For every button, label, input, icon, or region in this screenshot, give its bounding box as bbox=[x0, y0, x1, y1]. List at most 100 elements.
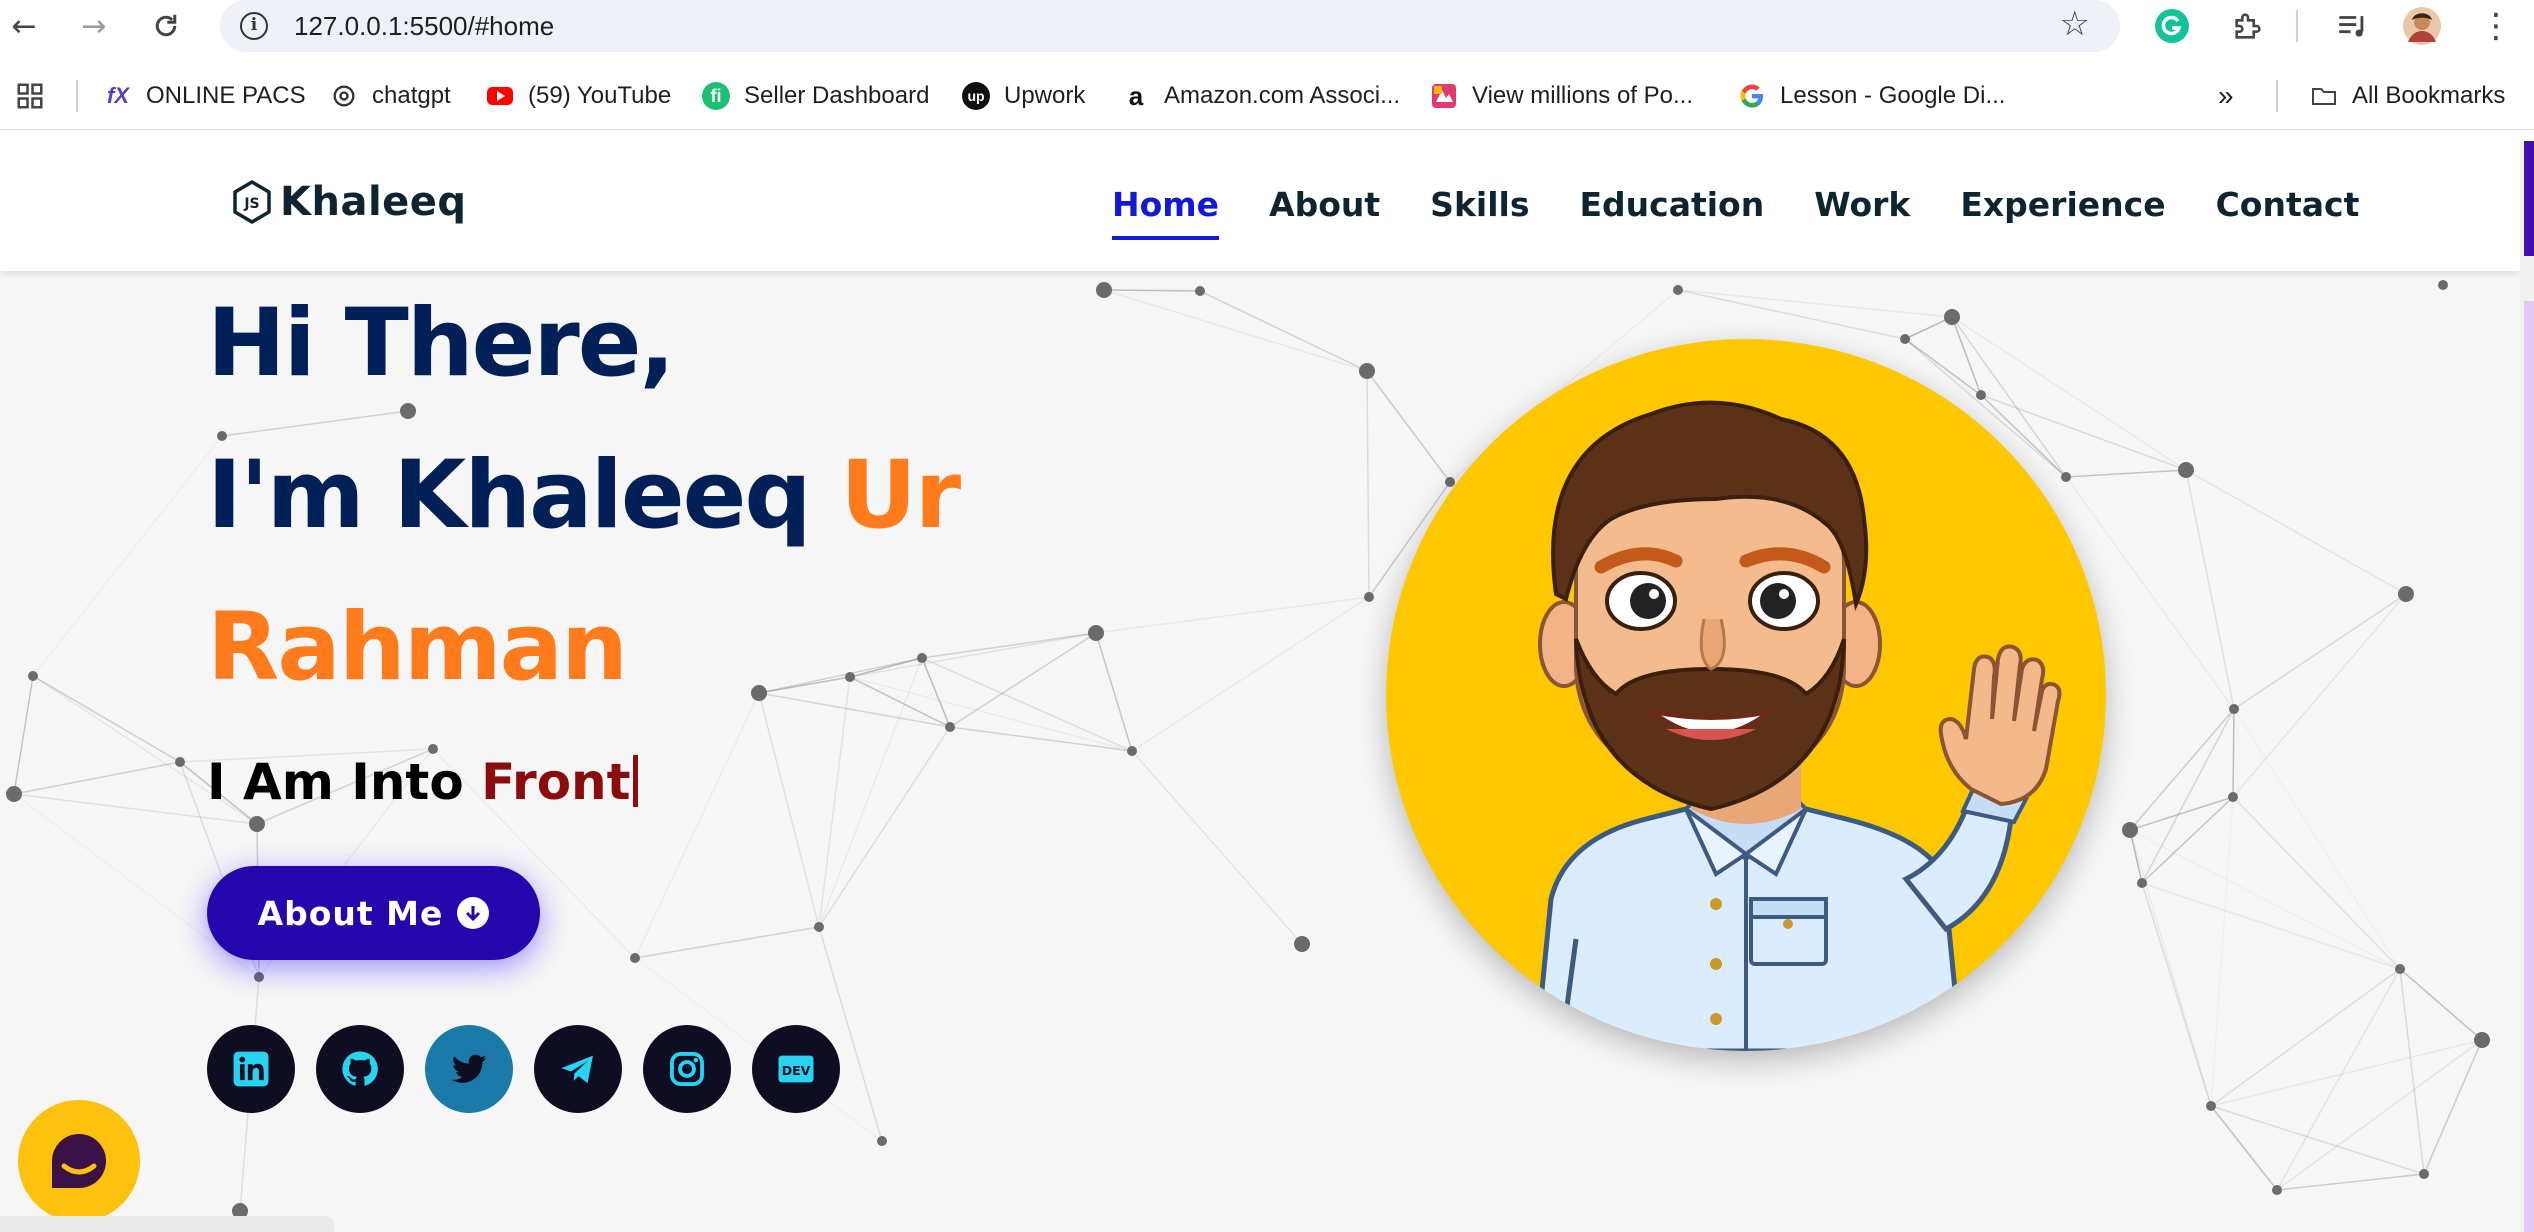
about-me-button[interactable]: About Me bbox=[207, 866, 540, 960]
bookmark-chatgpt[interactable]: chatgpt bbox=[330, 76, 451, 116]
dev-icon: DEV bbox=[778, 1055, 814, 1083]
network-node bbox=[2228, 792, 2238, 802]
profile-avatar[interactable] bbox=[2400, 6, 2444, 46]
linkedin-link[interactable] bbox=[207, 1025, 295, 1113]
network-node bbox=[1294, 936, 1310, 952]
network-link bbox=[2210, 796, 2234, 1107]
network-link bbox=[2233, 708, 2401, 970]
network-link bbox=[1103, 289, 1201, 292]
forward-button[interactable]: → bbox=[74, 6, 114, 46]
bookmark-amazon-associates[interactable]: a Amazon.com Associ... bbox=[1122, 76, 1400, 116]
site-header: JS Khaleeq Home About Skills Education W… bbox=[0, 141, 2520, 271]
network-node bbox=[1096, 282, 1112, 298]
network-link bbox=[2210, 1105, 2278, 1191]
site-info-icon[interactable]: i bbox=[240, 12, 268, 40]
bookmark-label: ONLINE PACS bbox=[146, 82, 306, 109]
network-node bbox=[1127, 746, 1137, 756]
network-link bbox=[2276, 1039, 2483, 1191]
browser-toolbar: ← → i 127.0.0.1:5500/#home ☆ ⋮ bbox=[0, 0, 2534, 52]
network-link bbox=[849, 632, 1097, 678]
network-link bbox=[1366, 370, 1370, 598]
network-node bbox=[175, 757, 185, 767]
scrollbar-track bbox=[2524, 301, 2534, 1232]
media-control-icon[interactable] bbox=[2330, 6, 2374, 46]
bookmark-upwork[interactable]: up Upwork bbox=[962, 76, 1085, 116]
network-link bbox=[2232, 708, 2235, 798]
network-node bbox=[2419, 1169, 2429, 1179]
bookmark-youtube[interactable]: (59) YouTube bbox=[486, 76, 671, 116]
network-node bbox=[1673, 285, 1683, 295]
network-node bbox=[945, 722, 955, 732]
grammarly-extension-icon[interactable] bbox=[2152, 6, 2192, 46]
network-node bbox=[400, 403, 416, 419]
bookmark-label: Seller Dashboard bbox=[744, 82, 930, 109]
network-link bbox=[221, 410, 409, 437]
main-menu: Home About Skills Education Work Experie… bbox=[1112, 185, 2359, 240]
network-node bbox=[751, 685, 767, 701]
network-link bbox=[758, 676, 851, 694]
bookmark-label: chatgpt bbox=[372, 82, 451, 109]
bookmark-label: (59) YouTube bbox=[528, 82, 672, 109]
typed-word: Front bbox=[481, 753, 631, 811]
nav-work[interactable]: Work bbox=[1814, 185, 1910, 240]
network-link bbox=[2141, 882, 2401, 970]
network-link bbox=[758, 692, 820, 928]
back-button[interactable]: ← bbox=[4, 6, 44, 46]
network-node bbox=[2474, 1032, 2490, 1048]
bookmark-label: Amazon.com Associ... bbox=[1164, 82, 1401, 109]
amazon-icon: a bbox=[1128, 80, 1144, 111]
network-node bbox=[2061, 472, 2071, 482]
hero-greeting: Hi There, bbox=[207, 289, 675, 398]
photos-icon bbox=[1432, 84, 1456, 108]
nav-education[interactable]: Education bbox=[1579, 185, 1764, 240]
all-bookmarks[interactable]: All Bookmarks bbox=[2310, 76, 2505, 116]
svg-text:JS: JS bbox=[243, 196, 259, 212]
svg-text:DEV: DEV bbox=[782, 1063, 811, 1078]
chrome-menu-icon[interactable]: ⋮ bbox=[2474, 6, 2518, 46]
status-bubble bbox=[0, 1216, 334, 1232]
network-node bbox=[2178, 462, 2194, 478]
nav-experience[interactable]: Experience bbox=[1960, 185, 2165, 240]
more-bookmarks-chevron-icon[interactable]: » bbox=[2218, 76, 2234, 116]
bookmark-google-drive-lesson[interactable]: Lesson - Google Di... bbox=[1738, 76, 2005, 116]
nav-skills[interactable]: Skills bbox=[1430, 185, 1529, 240]
telegram-link[interactable] bbox=[534, 1025, 622, 1113]
network-link bbox=[1366, 370, 1451, 483]
instagram-link[interactable] bbox=[643, 1025, 731, 1113]
hero-name-first: Ur bbox=[840, 441, 961, 550]
apps-grid-icon[interactable] bbox=[10, 76, 50, 116]
reload-button[interactable] bbox=[146, 6, 186, 46]
network-link bbox=[2233, 593, 2407, 710]
dev-link[interactable]: DEV bbox=[752, 1025, 840, 1113]
github-link[interactable] bbox=[316, 1025, 404, 1113]
network-node bbox=[254, 972, 264, 982]
url-text[interactable]: 127.0.0.1:5500/#home bbox=[294, 11, 554, 42]
bookmark-seller-dashboard[interactable]: fi Seller Dashboard bbox=[702, 76, 929, 116]
nav-home[interactable]: Home bbox=[1112, 185, 1220, 240]
chat-widget-button[interactable] bbox=[18, 1100, 140, 1222]
nav-about[interactable]: About bbox=[1269, 185, 1380, 240]
nav-contact[interactable]: Contact bbox=[2216, 185, 2360, 240]
network-link bbox=[2276, 968, 2401, 1191]
network-link bbox=[32, 435, 223, 677]
upwork-icon: up bbox=[962, 82, 990, 110]
typing-caret bbox=[632, 755, 638, 807]
bookmark-view-millions[interactable]: View millions of Po... bbox=[1430, 76, 1693, 116]
all-bookmarks-label: All Bookmarks bbox=[2352, 82, 2506, 109]
bookmark-label: Lesson - Google Di... bbox=[1780, 82, 2006, 109]
brand-logo[interactable]: JS Khaleeq bbox=[232, 179, 467, 225]
extensions-puzzle-icon[interactable] bbox=[2226, 6, 2270, 46]
network-link bbox=[634, 692, 760, 959]
twitter-link[interactable] bbox=[425, 1025, 513, 1113]
network-link bbox=[921, 632, 1097, 659]
scrollbar-thumb[interactable] bbox=[2524, 141, 2534, 256]
network-node bbox=[2398, 586, 2414, 602]
network-node bbox=[1359, 363, 1375, 379]
hero-intro: I'm Khaleeq bbox=[207, 441, 812, 550]
chat-icon bbox=[52, 1134, 106, 1188]
address-bar[interactable]: i 127.0.0.1:5500/#home ☆ bbox=[220, 0, 2120, 52]
page-scrollbar[interactable] bbox=[2520, 141, 2534, 1232]
bookmark-online-pacs[interactable]: fX ONLINE PACS bbox=[104, 76, 306, 116]
bookmark-star-icon[interactable]: ☆ bbox=[2060, 4, 2090, 44]
network-link bbox=[2232, 593, 2407, 798]
